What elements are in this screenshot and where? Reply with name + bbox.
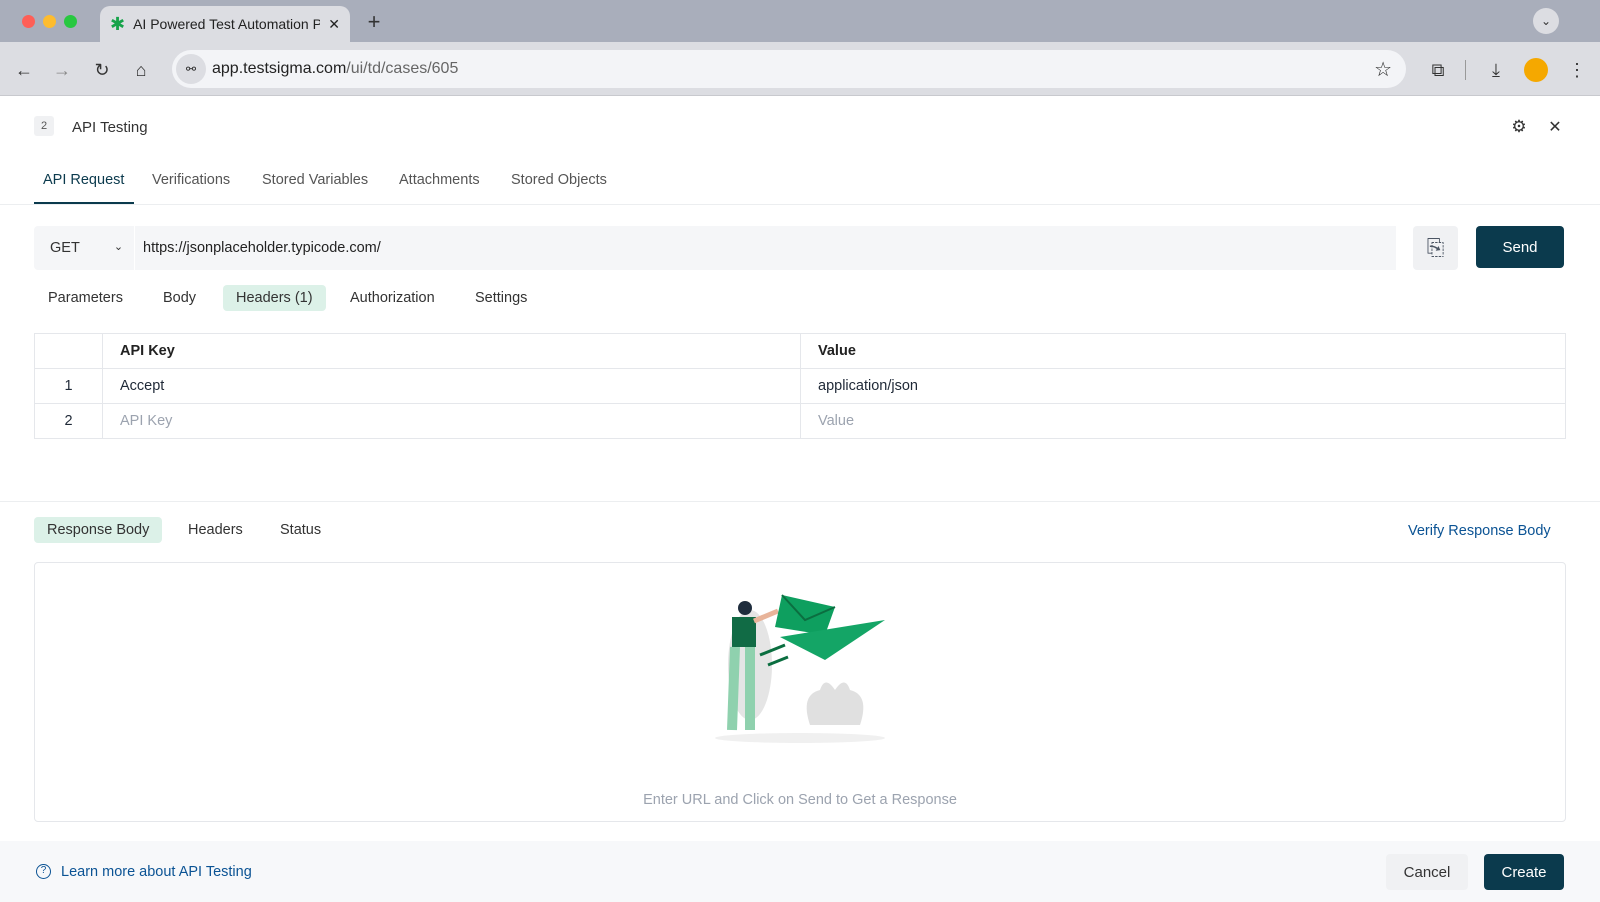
create-button[interactable]: Create bbox=[1484, 854, 1564, 890]
url-input[interactable]: https://jsonplaceholder.typicode.com/ bbox=[134, 226, 1396, 270]
testsigma-favicon-icon: ✱ bbox=[110, 13, 126, 34]
forward-icon[interactable]: → bbox=[50, 58, 74, 82]
response-tab-body[interactable]: Response Body bbox=[34, 517, 163, 543]
add-to-template-icon[interactable]: ⎘ bbox=[1413, 226, 1458, 270]
browser-menu-icon[interactable]: ⋮ bbox=[1565, 58, 1589, 82]
page-title: API Testing bbox=[72, 119, 148, 136]
api-key-cell[interactable]: Accept bbox=[102, 368, 801, 404]
bookmark-star-icon[interactable]: ☆ bbox=[1374, 57, 1392, 82]
column-value: Value bbox=[800, 333, 1566, 369]
cancel-button[interactable]: Cancel bbox=[1386, 854, 1468, 890]
headers-table: API Key Value 1 Accept application/json 2 AP… bbox=[34, 333, 1566, 439]
home-icon[interactable]: ⌂ bbox=[129, 58, 153, 82]
tab-search-chevron-icon[interactable]: ⌄ bbox=[1533, 8, 1559, 34]
tab-api-request[interactable]: API Request bbox=[43, 172, 124, 188]
new-tab-icon[interactable]: + bbox=[362, 9, 386, 34]
download-icon[interactable]: ⤓ bbox=[1484, 58, 1508, 82]
step-number-badge: 2 bbox=[34, 116, 54, 136]
subtab-settings[interactable]: Settings bbox=[462, 285, 540, 311]
close-tab-icon[interactable]: ✕ bbox=[328, 16, 340, 33]
address-bar[interactable]: ⚯ app.testsigma.com/ui/td/cases/605 ☆ bbox=[172, 50, 1406, 88]
subtab-authorization[interactable]: Authorization bbox=[337, 285, 448, 311]
value-input[interactable]: Value bbox=[800, 403, 1566, 439]
empty-state-message: Enter URL and Click on Send to Get a Res… bbox=[643, 792, 957, 808]
site-settings-icon[interactable]: ⚯ bbox=[176, 54, 206, 84]
row-index: 1 bbox=[34, 368, 103, 404]
column-api-key: API Key bbox=[102, 333, 801, 369]
url-host: app.testsigma.com bbox=[212, 60, 347, 77]
method-select[interactable]: GET ⌄ bbox=[50, 240, 130, 256]
close-window-button[interactable] bbox=[22, 15, 35, 28]
subtab-body[interactable]: Body bbox=[150, 285, 209, 311]
close-icon[interactable]: ✕ bbox=[1544, 116, 1566, 138]
tab-stored-objects[interactable]: Stored Objects bbox=[511, 172, 607, 188]
extensions-icon[interactable]: ⧉ bbox=[1426, 58, 1450, 82]
back-icon[interactable]: ← bbox=[12, 58, 36, 82]
minimize-window-button[interactable] bbox=[43, 15, 56, 28]
send-button[interactable]: Send bbox=[1476, 226, 1564, 268]
tab-attachments[interactable]: Attachments bbox=[399, 172, 480, 188]
settings-gear-icon[interactable]: ⚙ bbox=[1508, 116, 1530, 138]
browser-tab[interactable]: ✱ AI Powered Test Automation P ✕ bbox=[100, 6, 350, 42]
api-key-input[interactable]: API Key bbox=[102, 403, 801, 439]
verify-response-body-link[interactable]: Verify Response Body bbox=[1408, 523, 1551, 539]
subtab-parameters[interactable]: Parameters bbox=[35, 285, 136, 311]
index-header bbox=[34, 333, 103, 369]
divider bbox=[0, 501, 1600, 502]
learn-more-link[interactable]: Learn more about API Testing bbox=[61, 864, 252, 880]
toolbar-divider bbox=[1465, 60, 1466, 80]
maximize-window-button[interactable] bbox=[64, 15, 77, 28]
url-path: /ui/td/cases/605 bbox=[346, 60, 459, 77]
help-icon: ? bbox=[36, 864, 51, 879]
subtab-headers[interactable]: Headers (1) bbox=[223, 285, 326, 311]
response-tab-headers[interactable]: Headers bbox=[175, 517, 256, 543]
reload-icon[interactable]: ↻ bbox=[90, 58, 114, 82]
method-value: GET bbox=[50, 240, 80, 256]
tab-stored-variables[interactable]: Stored Variables bbox=[262, 172, 368, 188]
divider bbox=[0, 204, 1600, 205]
chevron-down-icon: ⌄ bbox=[113, 241, 124, 253]
table-row: 2 API Key Value bbox=[34, 403, 1566, 439]
empty-state-illustration bbox=[715, 594, 885, 743]
response-tab-status[interactable]: Status bbox=[267, 517, 334, 543]
table-row: 1 Accept application/json bbox=[34, 368, 1566, 404]
tab-verifications[interactable]: Verifications bbox=[152, 172, 230, 188]
row-index: 2 bbox=[34, 403, 103, 439]
tab-title: AI Powered Test Automation P bbox=[133, 16, 321, 32]
value-cell[interactable]: application/json bbox=[800, 368, 1566, 404]
profile-avatar[interactable] bbox=[1524, 58, 1548, 82]
